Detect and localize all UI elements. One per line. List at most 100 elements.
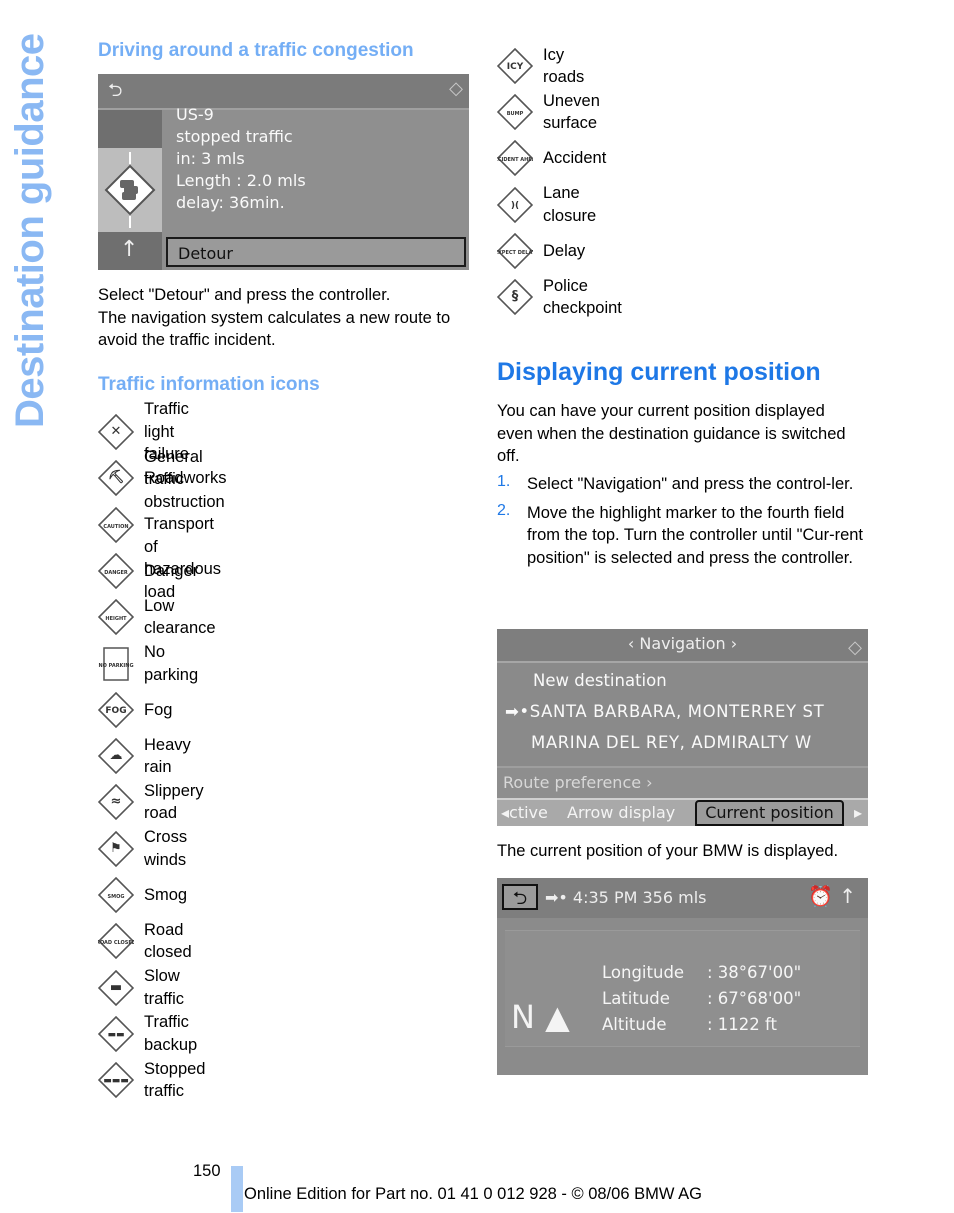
stopped-traffic-icon: ▬▬▬: [97, 1062, 135, 1099]
lane-closure-icon: )(: [496, 186, 534, 223]
svg-text:✕: ✕: [111, 424, 122, 439]
tab-scroll-right-icon[interactable]: ▸: [854, 800, 862, 826]
back-arrow-icon[interactable]: ⮌: [502, 884, 538, 910]
incident-distance: in: 3 mls: [176, 149, 245, 168]
icon-label: Smog: [144, 885, 188, 904]
icon-list-item: BUMP Uneven surface: [496, 91, 600, 133]
menu-item-marina-del-rey[interactable]: MARINA DEL REY, ADMIRALTY W: [531, 733, 812, 752]
detour-instruction-1: Select "Detour" and press the controller…: [98, 286, 391, 304]
svg-text:☁: ☁: [110, 748, 123, 763]
step-text: Select "Navigation" and press the contro…: [527, 475, 854, 493]
intro-paragraph: You can have your current position displ…: [497, 402, 846, 465]
tab-active[interactable]: ◂ctive: [501, 800, 548, 826]
icy-roads-icon: ICY: [496, 47, 534, 85]
svg-text:ACCIDENT AHEAD: ACCIDENT AHEAD: [497, 157, 533, 163]
heading-driving-around: Driving around a traffic congestion: [98, 40, 414, 61]
roadworks-icon: ⛏: [97, 460, 135, 497]
altitude-row: Altitude : 1122 ft: [602, 1012, 801, 1038]
arrival-status: ➡• 4:35 PM 356 mls: [545, 888, 707, 907]
icon-label: Road closed: [144, 920, 192, 962]
route-preference-item[interactable]: Route preference ›: [497, 766, 868, 798]
svg-text:▬▬: ▬▬: [107, 1030, 124, 1040]
icon-list-item: NO PARKING No parking: [98, 643, 199, 684]
icon-list-item: HEIGHT Low clearance: [97, 596, 216, 638]
stopped-traffic-icon: [104, 152, 156, 228]
up-arrow-icon: ↑: [120, 237, 139, 262]
icon-list-item: ▬▬▬ Stopped traffic: [97, 1059, 206, 1101]
general-traffic-obstruction-icon: CAUTION: [97, 506, 135, 543]
icon-list-item: FOG Fog: [97, 690, 173, 730]
svg-text:HEIGHT: HEIGHT: [105, 616, 127, 622]
svg-text:DANGER: DANGER: [104, 570, 128, 576]
svg-text:CAUTION: CAUTION: [103, 524, 128, 530]
traffic-light-failure-icon: ✕: [97, 413, 135, 451]
heavy-rain-icon: ☁: [97, 737, 135, 775]
traffic-backup-icon: ▬▬: [97, 1015, 135, 1053]
navigation-header: ‹ Navigation › ◇: [497, 629, 868, 663]
low-clearance-icon: HEIGHT: [97, 599, 135, 636]
coord-value: : 38°67'00": [707, 963, 802, 982]
fog-icon: FOG: [97, 691, 135, 728]
heading-current-position: Displaying current position: [497, 358, 821, 386]
navigation-menu-screen: ‹ Navigation › ◇ New destination ➡•SANTA…: [497, 629, 868, 826]
footer-edition-text: Online Edition for Part no. 01 41 0 012 …: [244, 1185, 702, 1203]
step-2: 2. Move the highlight marker to the four…: [497, 502, 867, 570]
page-number: 150: [193, 1162, 221, 1180]
tab-current-position[interactable]: Current position: [695, 800, 844, 826]
icon-label: Fog: [144, 700, 173, 719]
longitude-row: Longitude : 38°67'00": [602, 960, 801, 986]
view-tabs: ◂ctive Arrow display Current position ▸: [497, 798, 868, 826]
icon-list-item: ACCIDENT AHEAD Accident: [490, 138, 606, 178]
position-displayed-text: The current position of your BMW is disp…: [497, 842, 839, 860]
step-number: 2.: [497, 501, 511, 519]
tab-arrow-display[interactable]: Arrow display: [567, 800, 675, 826]
road-name: US-9: [176, 105, 214, 124]
icon-label: Slippery road: [144, 781, 204, 823]
coord-key: Longitude: [602, 963, 685, 982]
svg-text:⚑: ⚑: [110, 841, 122, 856]
selected-icon-cell: [98, 148, 162, 232]
icon-label: No parking: [144, 643, 199, 684]
icon-label: Traffic backup: [144, 1013, 198, 1054]
icon-list-item: ICY Icy roads: [496, 45, 585, 87]
detour-button[interactable]: Detour: [166, 237, 466, 267]
icon-list-item: ⚑ Cross winds: [97, 828, 187, 869]
svg-text:⛏: ⛏: [108, 469, 125, 485]
steps-list: 1. Select "Navigation" and press the con…: [497, 473, 867, 569]
step-number: 1.: [497, 473, 511, 490]
controller-icon: ◇: [848, 637, 862, 658]
step-text: Move the highlight marker to the fourth …: [527, 503, 864, 567]
slow-traffic-icon: ▬: [97, 969, 135, 1006]
chapter-side-title: Destination guidance: [8, 33, 52, 429]
coord-key: Altitude: [602, 1015, 667, 1034]
police-checkpoint-icon: §: [496, 278, 534, 316]
uneven-surface-icon: BUMP: [496, 94, 534, 131]
menu-item-santa-barbara[interactable]: ➡•SANTA BARBARA, MONTERREY ST: [505, 702, 824, 721]
svg-text:FOG: FOG: [105, 706, 126, 716]
latitude-row: Latitude : 67°68'00": [602, 986, 801, 1012]
icon-label: Slow traffic: [144, 967, 185, 1008]
icon-label: Uneven surface: [543, 91, 600, 133]
svg-text:▬: ▬: [110, 980, 122, 995]
back-arrow-icon[interactable]: ⮌: [108, 78, 122, 108]
svg-text:BUMP: BUMP: [507, 111, 524, 117]
icon-label: Low clearance: [144, 596, 216, 638]
footer-accent-bar: [231, 1166, 243, 1212]
menu-item-new-destination[interactable]: New destination: [533, 671, 667, 690]
danger-icon: DANGER: [97, 552, 135, 590]
current-position-screen: ⮌ ➡• 4:35 PM 356 mls ⏰ ↑ Longitude: 38°6…: [497, 878, 868, 1075]
icon-label: Lane closure: [543, 184, 597, 225]
coord-value: : 67°68'00": [707, 989, 802, 1008]
icon-label: Icy roads: [543, 45, 585, 87]
coordinates-list: Longitude : 38°67'00" Latitude : 67°68'00"…: [602, 960, 801, 1038]
traffic-info-text: US-9 stopped traffic in: 3 mls Length : …: [176, 104, 306, 214]
coord-value: : 1122 ft: [707, 1015, 778, 1034]
icon-list-item: ☁ Heavy rain: [97, 736, 191, 776]
svg-text:▬▬▬: ▬▬▬: [103, 1076, 129, 1086]
incident-type: stopped traffic: [176, 127, 293, 146]
incident-length: Length : 2.0 mls: [176, 171, 306, 190]
coord-key: Latitude: [602, 989, 670, 1008]
svg-text:ICY: ICY: [507, 62, 524, 72]
icon-label: Stopped traffic: [144, 1059, 206, 1101]
svg-text:)(: )(: [511, 201, 519, 211]
